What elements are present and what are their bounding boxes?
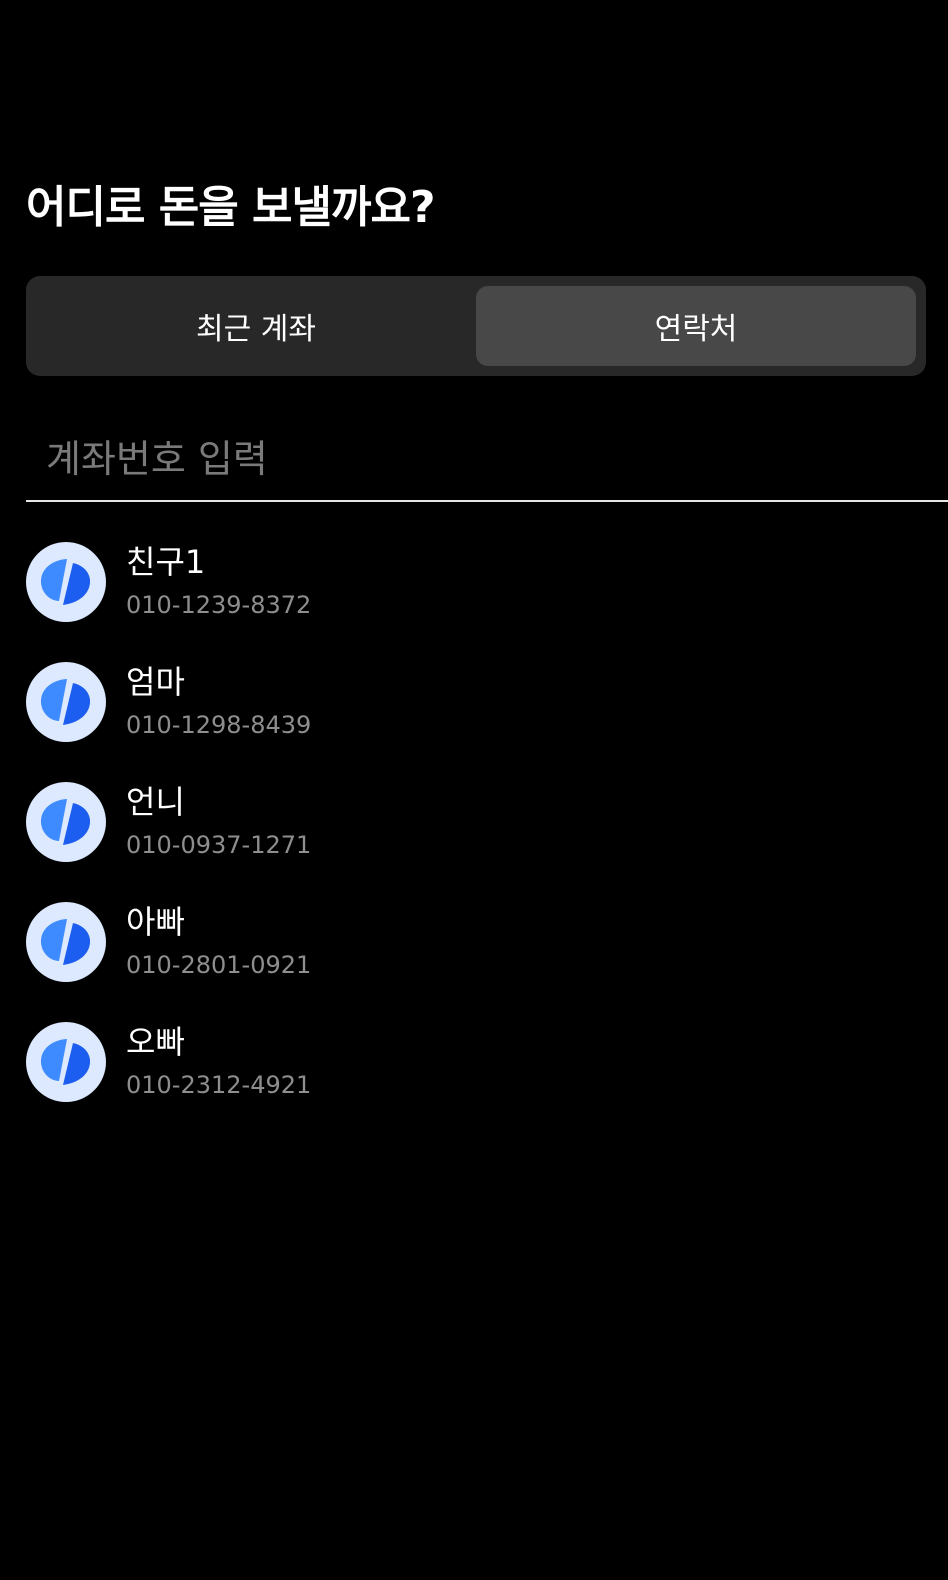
contact-item[interactable]: 아빠 010-2801-0921 <box>26 902 926 1022</box>
contact-phone: 010-2801-0921 <box>126 951 312 979</box>
contact-phone: 010-1239-8372 <box>126 591 312 619</box>
account-number-field <box>26 420 948 502</box>
avatar <box>26 542 106 622</box>
contact-phone: 010-1298-8439 <box>126 711 312 739</box>
contact-name: 친구1 <box>126 543 206 581</box>
tab-switcher: 최근 계좌 연락처 <box>26 276 926 376</box>
toss-logo-icon <box>40 1039 91 1085</box>
contact-item[interactable]: 엄마 010-1298-8439 <box>26 662 926 782</box>
contact-phone: 010-2312-4921 <box>126 1071 312 1099</box>
contact-name: 아빠 <box>126 903 185 941</box>
contact-item[interactable]: 오빠 010-2312-4921 <box>26 1022 926 1142</box>
contact-phone: 010-0937-1271 <box>126 831 312 859</box>
toss-logo-icon <box>40 799 91 845</box>
page-title: 어디로 돈을 보낼까요? <box>26 182 435 233</box>
avatar <box>26 782 106 862</box>
contact-name: 엄마 <box>126 663 185 701</box>
toss-logo-icon <box>40 559 91 605</box>
toss-logo-icon <box>40 919 91 965</box>
contact-name: 언니 <box>126 783 185 821</box>
avatar <box>26 1022 106 1102</box>
toss-logo-icon <box>40 679 91 725</box>
contact-item[interactable]: 언니 010-0937-1271 <box>26 782 926 902</box>
contact-name: 오빠 <box>126 1023 185 1061</box>
avatar <box>26 902 106 982</box>
tab-contacts[interactable]: 연락처 <box>476 286 916 366</box>
contact-list: 친구1 010-1239-8372 엄마 010-1298-8439 언니 01… <box>26 542 926 1142</box>
contact-item[interactable]: 친구1 010-1239-8372 <box>26 542 926 662</box>
account-number-input[interactable] <box>26 420 948 498</box>
avatar <box>26 662 106 742</box>
tab-recent-accounts[interactable]: 최근 계좌 <box>36 286 476 366</box>
